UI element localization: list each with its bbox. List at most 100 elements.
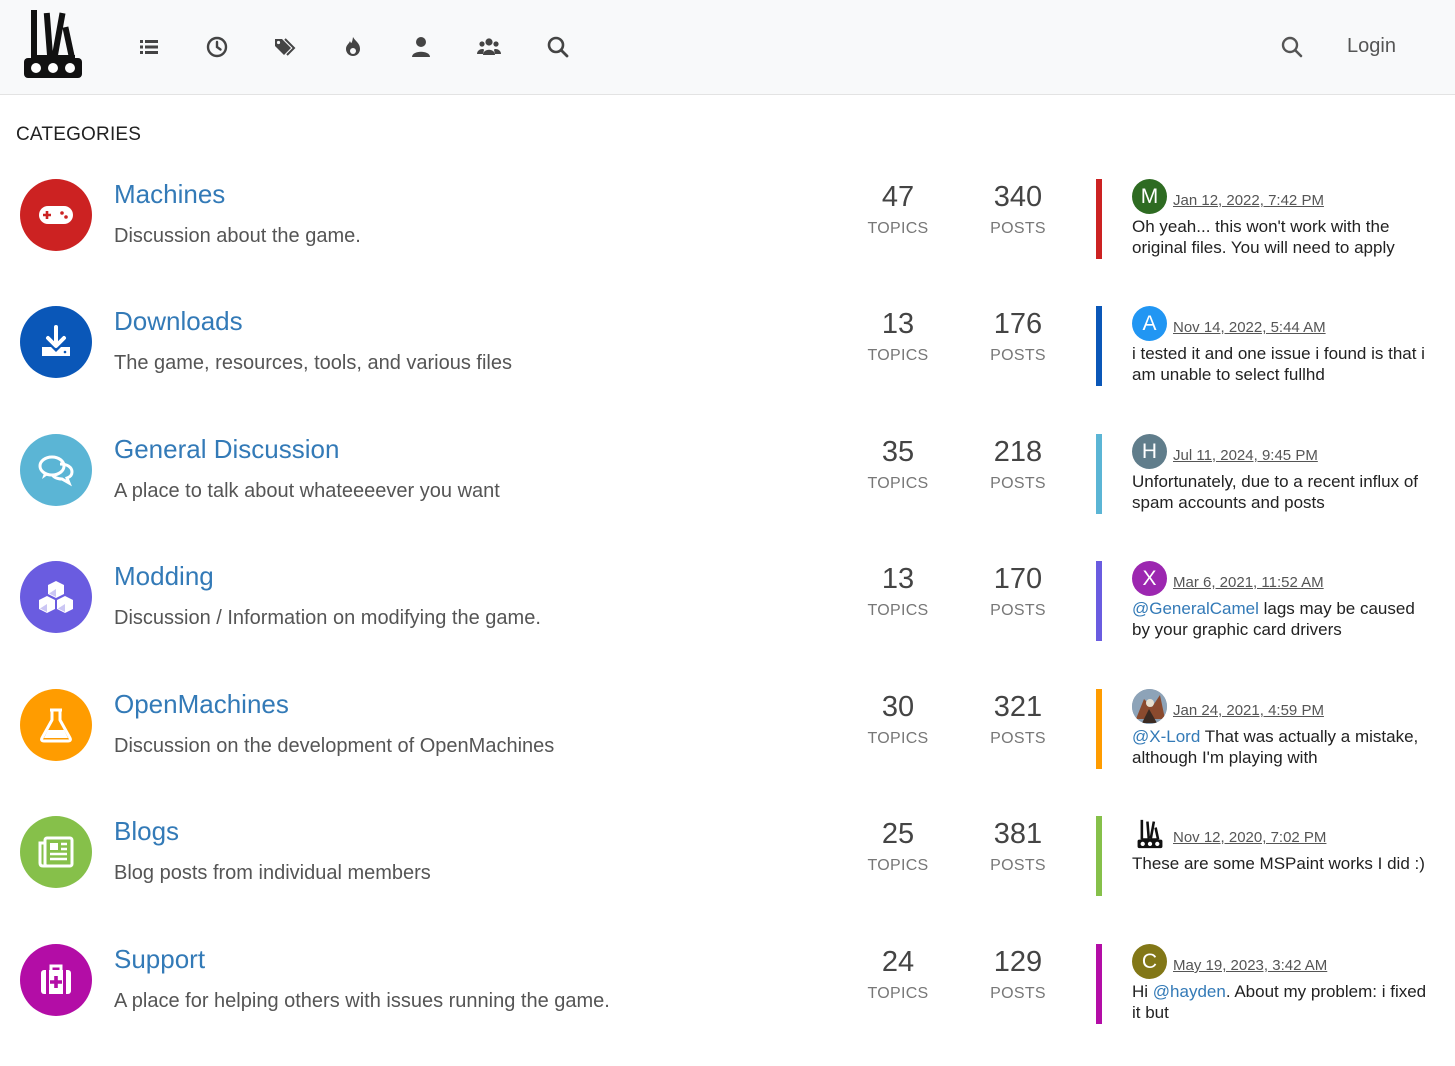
category-description: Blog posts from individual members	[114, 862, 431, 884]
popular-fire-icon[interactable]	[339, 33, 367, 61]
teaser-timestamp[interactable]: Mar 6, 2021, 11:52 AM	[1173, 574, 1324, 591]
flask-icon[interactable]	[20, 689, 92, 761]
topics-count: 47 TOPICS	[838, 179, 958, 238]
topics-count: 13 TOPICS	[838, 561, 958, 620]
teaser-timestamp[interactable]: Jul 11, 2024, 9:45 PM	[1173, 447, 1318, 464]
posts-label: POSTS	[990, 475, 1046, 492]
category-row-blogs: Blogs Blog posts from individual members…	[0, 816, 1455, 926]
cubes-icon[interactable]	[20, 561, 92, 633]
category-row-support: Support A place for helping others with …	[0, 944, 1455, 1054]
posts-label: POSTS	[990, 857, 1046, 874]
topics-count: 30 TOPICS	[838, 689, 958, 748]
category-title[interactable]: Downloads	[114, 306, 243, 337]
page-title: CATEGORIES	[16, 124, 142, 145]
posts-label: POSTS	[990, 730, 1046, 747]
posts-number: 218	[993, 436, 1043, 468]
avatar[interactable]	[1132, 689, 1167, 724]
category-row-downloads: Downloads The game, resources, tools, an…	[0, 306, 1455, 416]
posts-number: 129	[993, 946, 1043, 978]
teaser-text[interactable]: @GeneralCamel lags may be caused by your…	[1132, 598, 1432, 640]
posts-count: 381 POSTS	[958, 816, 1078, 875]
groups-icon[interactable]	[475, 33, 503, 61]
users-icon[interactable]	[407, 33, 435, 61]
topics-label: TOPICS	[867, 857, 929, 874]
topics-number: 25	[881, 818, 915, 850]
topics-number: 30	[881, 691, 915, 723]
posts-number: 321	[993, 691, 1043, 723]
category-row-general-discussion: General Discussion A place to talk about…	[0, 434, 1455, 544]
teaser-timestamp[interactable]: Nov 14, 2022, 5:44 AM	[1173, 319, 1326, 336]
download-icon[interactable]	[20, 306, 92, 378]
search-toggle-icon[interactable]	[1278, 33, 1306, 61]
avatar[interactable]: M	[1132, 179, 1167, 214]
teaser-text[interactable]: @X-Lord That was actually a mistake, alt…	[1132, 726, 1432, 768]
user-mention[interactable]: @hayden	[1153, 982, 1226, 1001]
topics-number: 35	[881, 436, 915, 468]
tags-icon[interactable]	[271, 33, 299, 61]
teaser-text[interactable]: Hi @hayden. About my problem: i fixed it…	[1132, 981, 1432, 1023]
category-description: Discussion about the game.	[114, 225, 361, 247]
posts-label: POSTS	[990, 985, 1046, 1002]
recent-clock-icon[interactable]	[203, 33, 231, 61]
category-row-machines: Machines Discussion about the game. 47 TO…	[0, 179, 1455, 289]
posts-count: 340 POSTS	[958, 179, 1078, 238]
categories-list-icon[interactable]	[135, 33, 163, 61]
user-mention[interactable]: @GeneralCamel	[1132, 599, 1259, 618]
category-row-modding: Modding Discussion / Information on modi…	[0, 561, 1455, 671]
avatar[interactable]	[1132, 816, 1167, 851]
avatar[interactable]: C	[1132, 944, 1167, 979]
avatar[interactable]: A	[1132, 306, 1167, 341]
gamepad-icon[interactable]	[20, 179, 92, 251]
login-link[interactable]: Login	[1347, 35, 1396, 58]
teaser-text[interactable]: Unfortunately, due to a recent influx of…	[1132, 471, 1432, 513]
teaser-timestamp[interactable]: May 19, 2023, 3:42 AM	[1173, 957, 1327, 974]
teaser-timestamp[interactable]: Jan 12, 2022, 7:42 PM	[1173, 192, 1324, 209]
teaser-text[interactable]: These are some MSPaint works I did :)	[1132, 853, 1432, 874]
posts-label: POSTS	[990, 602, 1046, 619]
topics-label: TOPICS	[867, 347, 929, 364]
teaser-text[interactable]: i tested it and one issue i found is tha…	[1132, 343, 1432, 385]
teaser-prefix: Hi	[1132, 982, 1153, 1001]
newspaper-icon[interactable]	[20, 816, 92, 888]
topics-number: 47	[881, 181, 915, 213]
topics-count: 35 TOPICS	[838, 434, 958, 493]
topics-count: 13 TOPICS	[838, 306, 958, 365]
posts-number: 381	[993, 818, 1043, 850]
category-description: Discussion on the development of OpenMac…	[114, 735, 555, 757]
posts-number: 170	[993, 563, 1043, 595]
teaser-timestamp[interactable]: Jan 24, 2021, 4:59 PM	[1173, 702, 1324, 719]
teaser-text[interactable]: Oh yeah... this won't work with the orig…	[1132, 216, 1432, 258]
category-title[interactable]: OpenMachines	[114, 689, 289, 720]
topics-count: 25 TOPICS	[838, 816, 958, 875]
posts-number: 340	[993, 181, 1043, 213]
posts-label: POSTS	[990, 347, 1046, 364]
category-title[interactable]: Machines	[114, 179, 225, 210]
medkit-icon[interactable]	[20, 944, 92, 1016]
comments-icon[interactable]	[20, 434, 92, 506]
topics-label: TOPICS	[867, 985, 929, 1002]
category-title[interactable]: Blogs	[114, 816, 179, 847]
posts-number: 176	[993, 308, 1043, 340]
site-logo[interactable]	[22, 9, 84, 80]
category-title[interactable]: Support	[114, 944, 205, 975]
topics-number: 13	[881, 308, 915, 340]
posts-count: 170 POSTS	[958, 561, 1078, 620]
topics-label: TOPICS	[867, 475, 929, 492]
search-icon[interactable]	[544, 33, 572, 61]
category-description: Discussion / Information on modifying th…	[114, 607, 541, 629]
teaser-timestamp[interactable]: Nov 12, 2020, 7:02 PM	[1173, 829, 1326, 846]
category-description: A place for helping others with issues r…	[114, 990, 610, 1012]
topics-number: 13	[881, 563, 915, 595]
category-title[interactable]: General Discussion	[114, 434, 339, 465]
topics-count: 24 TOPICS	[838, 944, 958, 1003]
category-row-openmachines: OpenMachines Discussion on the developme…	[0, 689, 1455, 799]
posts-count: 321 POSTS	[958, 689, 1078, 748]
category-title[interactable]: Modding	[114, 561, 214, 592]
avatar[interactable]: H	[1132, 434, 1167, 469]
topics-label: TOPICS	[867, 602, 929, 619]
posts-label: POSTS	[990, 220, 1046, 237]
topics-label: TOPICS	[867, 730, 929, 747]
user-mention[interactable]: @X-Lord	[1132, 727, 1200, 746]
topics-label: TOPICS	[867, 220, 929, 237]
avatar[interactable]: X	[1132, 561, 1167, 596]
